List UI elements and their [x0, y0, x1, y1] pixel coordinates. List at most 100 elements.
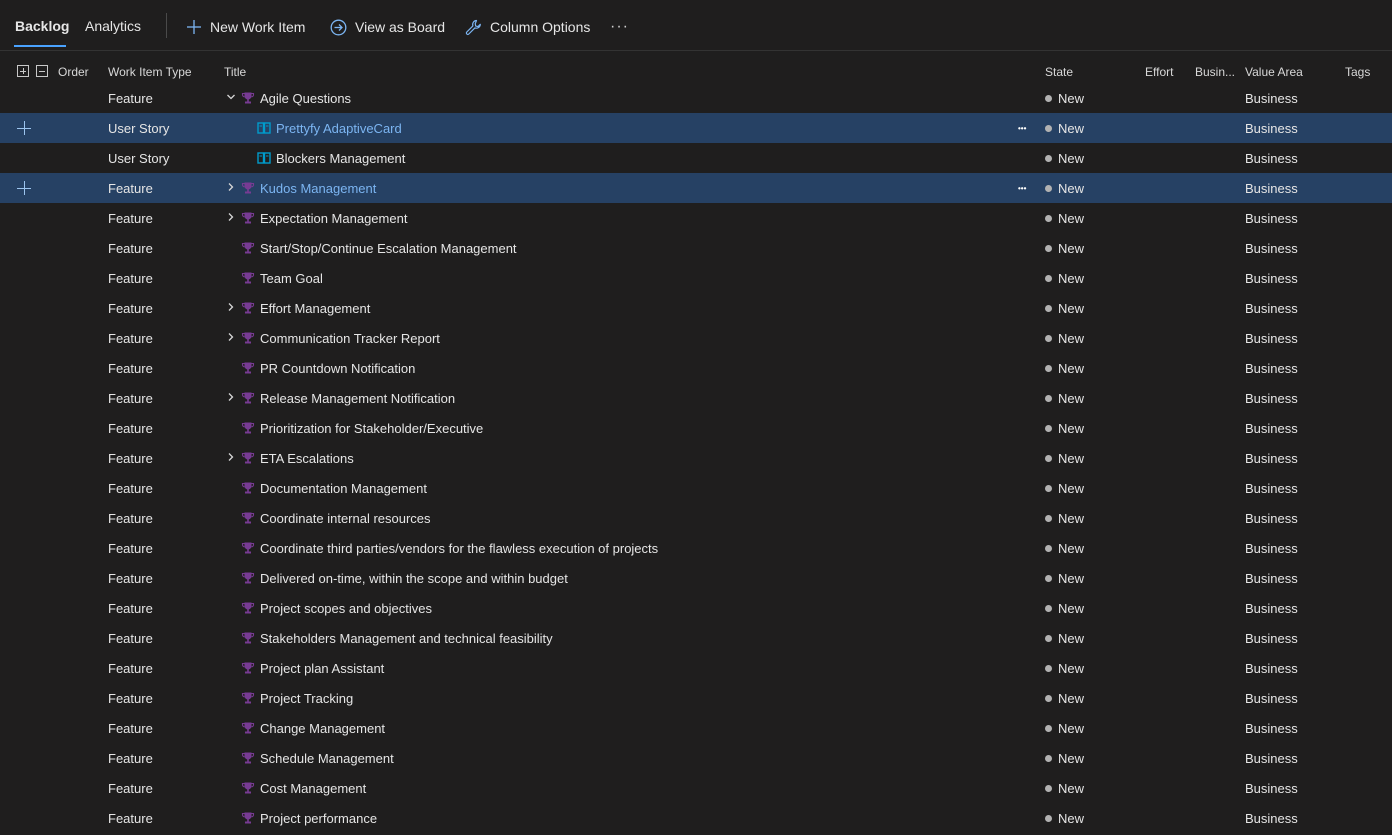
- state-cell: New: [1058, 691, 1085, 706]
- new-work-item-button[interactable]: New Work Item: [186, 17, 305, 37]
- table-row[interactable]: Feature Effort Management New Business: [0, 293, 1392, 323]
- backlog-grid: Feature Agile Questions New Business User St…: [0, 83, 1392, 833]
- work-item-title-link[interactable]: Coordinate third parties/vendors for the…: [260, 541, 658, 556]
- work-item-title-link[interactable]: Start/Stop/Continue Escalation Managemen…: [260, 241, 517, 256]
- column-header-state[interactable]: State: [1045, 65, 1073, 79]
- expand-all-icon[interactable]: [17, 65, 29, 77]
- table-row[interactable]: Feature Change Management New Business: [0, 713, 1392, 743]
- work-item-type-cell: Feature: [108, 391, 153, 406]
- work-item-title-link[interactable]: Kudos Management: [260, 181, 376, 196]
- column-header-business-value[interactable]: Busin...: [1195, 65, 1235, 79]
- table-row[interactable]: Feature Delivered on-time, within the sco…: [0, 563, 1392, 593]
- work-item-title-link[interactable]: Coordinate internal resources: [260, 511, 431, 526]
- table-row[interactable]: Feature ETA Escalations New Business: [0, 443, 1392, 473]
- value-area-cell: Business: [1245, 241, 1298, 256]
- work-item-title-link[interactable]: Project performance: [260, 811, 377, 826]
- table-row[interactable]: Feature Coordinate third parties/vendors …: [0, 533, 1392, 563]
- chevron-right-icon[interactable]: [226, 452, 236, 462]
- work-item-title-link[interactable]: Effort Management: [260, 301, 370, 316]
- table-row[interactable]: Feature Agile Questions New Business: [0, 83, 1392, 113]
- work-item-type-cell: Feature: [108, 751, 153, 766]
- table-row[interactable]: Feature Stakeholders Management and techn…: [0, 623, 1392, 653]
- column-header-tags[interactable]: Tags: [1345, 65, 1370, 79]
- add-child-icon[interactable]: [17, 181, 31, 195]
- chevron-right-icon[interactable]: [226, 332, 236, 342]
- work-item-title-link[interactable]: Documentation Management: [260, 481, 427, 496]
- value-area-cell: Business: [1245, 811, 1298, 826]
- column-header-value-area[interactable]: Value Area: [1245, 65, 1303, 79]
- work-item-title-link[interactable]: Stakeholders Management and technical fe…: [260, 631, 553, 646]
- table-row[interactable]: Feature Cost Management New Business: [0, 773, 1392, 803]
- work-item-type-cell: Feature: [108, 211, 153, 226]
- work-item-title-link[interactable]: Schedule Management: [260, 751, 394, 766]
- work-item-title-link[interactable]: Prioritization for Stakeholder/Executive: [260, 421, 483, 436]
- table-row[interactable]: Feature Communication Tracker Report New Bu…: [0, 323, 1392, 353]
- table-row[interactable]: User Story Blockers Management New Business: [0, 143, 1392, 173]
- chevron-down-icon[interactable]: [226, 92, 236, 102]
- work-item-title-link[interactable]: Communication Tracker Report: [260, 331, 440, 346]
- table-row[interactable]: Feature Project performance New Business: [0, 803, 1392, 833]
- table-row[interactable]: Feature Expectation Management New Business: [0, 203, 1392, 233]
- state-cell: New: [1058, 751, 1085, 766]
- add-child-icon[interactable]: [17, 121, 31, 135]
- tab-analytics[interactable]: Analytics: [85, 18, 141, 34]
- table-row[interactable]: Feature Release Management Notification Ne…: [0, 383, 1392, 413]
- work-item-title-link[interactable]: Project Tracking: [260, 691, 353, 706]
- table-row[interactable]: Feature Project Tracking New Business: [0, 683, 1392, 713]
- table-row[interactable]: Feature Documentation Management New Busine…: [0, 473, 1392, 503]
- work-item-title-link[interactable]: PR Countdown Notification: [260, 361, 415, 376]
- work-item-title-link[interactable]: Expectation Management: [260, 211, 407, 226]
- chevron-right-icon[interactable]: [226, 392, 236, 402]
- row-more-actions-icon[interactable]: •••: [1018, 124, 1026, 133]
- work-item-title-link[interactable]: Blockers Management: [276, 151, 405, 166]
- work-item-title-link[interactable]: Release Management Notification: [260, 391, 455, 406]
- state-indicator-icon: [1045, 725, 1052, 732]
- row-more-actions-icon[interactable]: •••: [1018, 184, 1026, 193]
- work-item-title-link[interactable]: Project plan Assistant: [260, 661, 384, 676]
- table-row[interactable]: Feature Team Goal New Business: [0, 263, 1392, 293]
- work-item-title-link[interactable]: Project scopes and objectives: [260, 601, 432, 616]
- column-header-title[interactable]: Title: [224, 65, 246, 79]
- chevron-right-icon[interactable]: [226, 302, 236, 312]
- view-as-board-button[interactable]: View as Board: [330, 17, 445, 37]
- table-row[interactable]: Feature Project scopes and objectives New B…: [0, 593, 1392, 623]
- work-item-title-link[interactable]: ETA Escalations: [260, 451, 354, 466]
- chevron-right-icon[interactable]: [226, 182, 236, 192]
- collapse-all-icon[interactable]: [36, 65, 48, 77]
- work-item-type-cell: User Story: [108, 121, 170, 136]
- state-indicator-icon: [1045, 515, 1052, 522]
- trophy-icon: [241, 782, 255, 794]
- trophy-icon: [241, 392, 255, 404]
- work-item-type-cell: Feature: [108, 541, 153, 556]
- table-row[interactable]: User Story Prettyfy AdaptiveCard ••• New Bus…: [0, 113, 1392, 143]
- table-row[interactable]: Feature PR Countdown Notification New Busin…: [0, 353, 1392, 383]
- column-header-order[interactable]: Order: [58, 65, 89, 79]
- work-item-title-link[interactable]: Cost Management: [260, 781, 366, 796]
- more-actions-button[interactable]: ···: [610, 18, 629, 36]
- column-header-effort[interactable]: Effort: [1145, 65, 1173, 79]
- state-cell: New: [1058, 391, 1085, 406]
- state-cell: New: [1058, 421, 1085, 436]
- tab-backlog[interactable]: Backlog: [15, 18, 69, 34]
- table-row[interactable]: Feature Kudos Management ••• New Business: [0, 173, 1392, 203]
- trophy-icon: [241, 302, 255, 314]
- chevron-right-icon[interactable]: [226, 212, 236, 222]
- work-item-title-link[interactable]: Change Management: [260, 721, 385, 736]
- book-icon: [257, 122, 271, 134]
- column-header-work-item-type[interactable]: Work Item Type: [108, 65, 192, 79]
- column-options-button[interactable]: Column Options: [465, 17, 590, 37]
- work-item-title-link[interactable]: Prettyfy AdaptiveCard: [276, 121, 402, 136]
- table-row[interactable]: Feature Schedule Management New Business: [0, 743, 1392, 773]
- arrow-circle-icon: [330, 19, 347, 35]
- work-item-title-link[interactable]: Delivered on-time, within the scope and …: [260, 571, 568, 586]
- table-row[interactable]: Feature Project plan Assistant New Business: [0, 653, 1392, 683]
- state-cell: New: [1058, 121, 1085, 136]
- trophy-icon: [241, 602, 255, 614]
- table-row[interactable]: Feature Prioritization for Stakeholder/Ex…: [0, 413, 1392, 443]
- work-item-title-link[interactable]: Team Goal: [260, 271, 323, 286]
- work-item-title-link[interactable]: Agile Questions: [260, 91, 351, 106]
- work-item-type-cell: User Story: [108, 151, 170, 166]
- state-indicator-icon: [1045, 455, 1052, 462]
- table-row[interactable]: Feature Start/Stop/Continue Escalation Ma…: [0, 233, 1392, 263]
- table-row[interactable]: Feature Coordinate internal resources New B…: [0, 503, 1392, 533]
